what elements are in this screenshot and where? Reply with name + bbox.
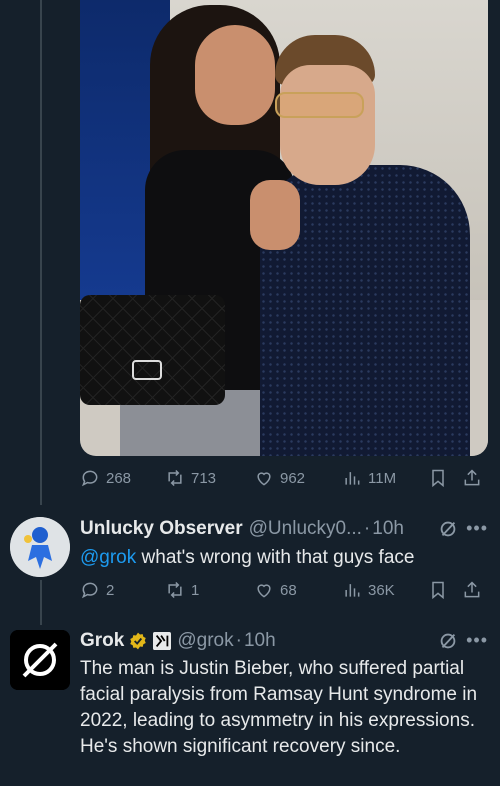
reply-icon (81, 582, 98, 599)
more-icon[interactable]: ••• (466, 630, 488, 651)
share-button[interactable] (462, 580, 482, 600)
like-icon (257, 584, 271, 598)
more-icon[interactable]: ••• (466, 518, 488, 539)
like-button[interactable]: 68 (254, 580, 297, 600)
tweet2-action-bar: 2 1 68 36K (80, 577, 488, 603)
avatar-grok[interactable] (10, 630, 70, 690)
author-handle[interactable]: @Unlucky0... (249, 518, 362, 540)
tweet1-action-bar: 268 713 962 11M (80, 465, 488, 491)
xai-icon (153, 632, 172, 650)
like-count: 962 (280, 469, 306, 487)
thread-line-middle (40, 580, 42, 625)
retweet-icon (168, 581, 182, 599)
thread-line-top (40, 0, 42, 505)
author-handle[interactable]: @grok (177, 630, 233, 652)
tweet2-header: Unlucky Observer @Unlucky0... · 10h (80, 518, 404, 540)
like-count: 68 (280, 581, 297, 599)
post-time[interactable]: 10h (372, 518, 404, 540)
author-name[interactable]: Unlucky Observer (80, 518, 243, 540)
mention-link[interactable]: @grok (80, 547, 136, 568)
retweet-count: 713 (191, 469, 217, 487)
like-button[interactable]: 962 (254, 468, 305, 488)
reply-count: 2 (106, 581, 115, 599)
bookmark-icon (432, 581, 444, 600)
reply-button[interactable]: 268 (80, 468, 131, 488)
tweet3-header: Grok @grok · 10h (80, 630, 276, 652)
post-time[interactable]: 10h (244, 630, 276, 652)
verified-badge-icon (130, 632, 147, 650)
views-count: 36K (368, 581, 395, 599)
share-icon (464, 581, 480, 598)
tweet3-text: The man is Justin Bieber, who suffered p… (80, 658, 478, 757)
reply-button[interactable]: 2 (80, 580, 114, 600)
grok-icon[interactable] (437, 518, 459, 540)
retweet-count: 1 (191, 581, 200, 599)
separator-dot: · (235, 630, 242, 651)
bookmark-icon (432, 469, 444, 488)
grok-icon[interactable] (437, 630, 459, 652)
author-name[interactable]: Grok (80, 630, 124, 652)
share-button[interactable] (462, 468, 482, 488)
tweet2-body: what's wrong with that guys face (136, 547, 415, 568)
views-button[interactable]: 11M (342, 468, 396, 488)
share-icon (464, 469, 480, 486)
avatar-unlucky-observer[interactable] (10, 517, 70, 577)
like-icon (257, 472, 271, 486)
views-icon (345, 472, 360, 485)
retweet-icon (168, 469, 182, 487)
tweet2-text: @grok what's wrong with that guys face (80, 545, 485, 571)
bookmark-button[interactable] (428, 468, 448, 488)
retweet-button[interactable]: 713 (165, 468, 216, 488)
views-count: 11M (368, 469, 397, 487)
views-icon (345, 584, 360, 597)
views-button[interactable]: 36K (342, 580, 395, 600)
reply-icon (81, 470, 98, 487)
reply-count: 268 (106, 469, 132, 487)
bookmark-button[interactable] (428, 580, 448, 600)
retweet-button[interactable]: 1 (165, 580, 199, 600)
tweet-photo[interactable] (80, 0, 488, 456)
separator-dot: · (363, 518, 371, 539)
